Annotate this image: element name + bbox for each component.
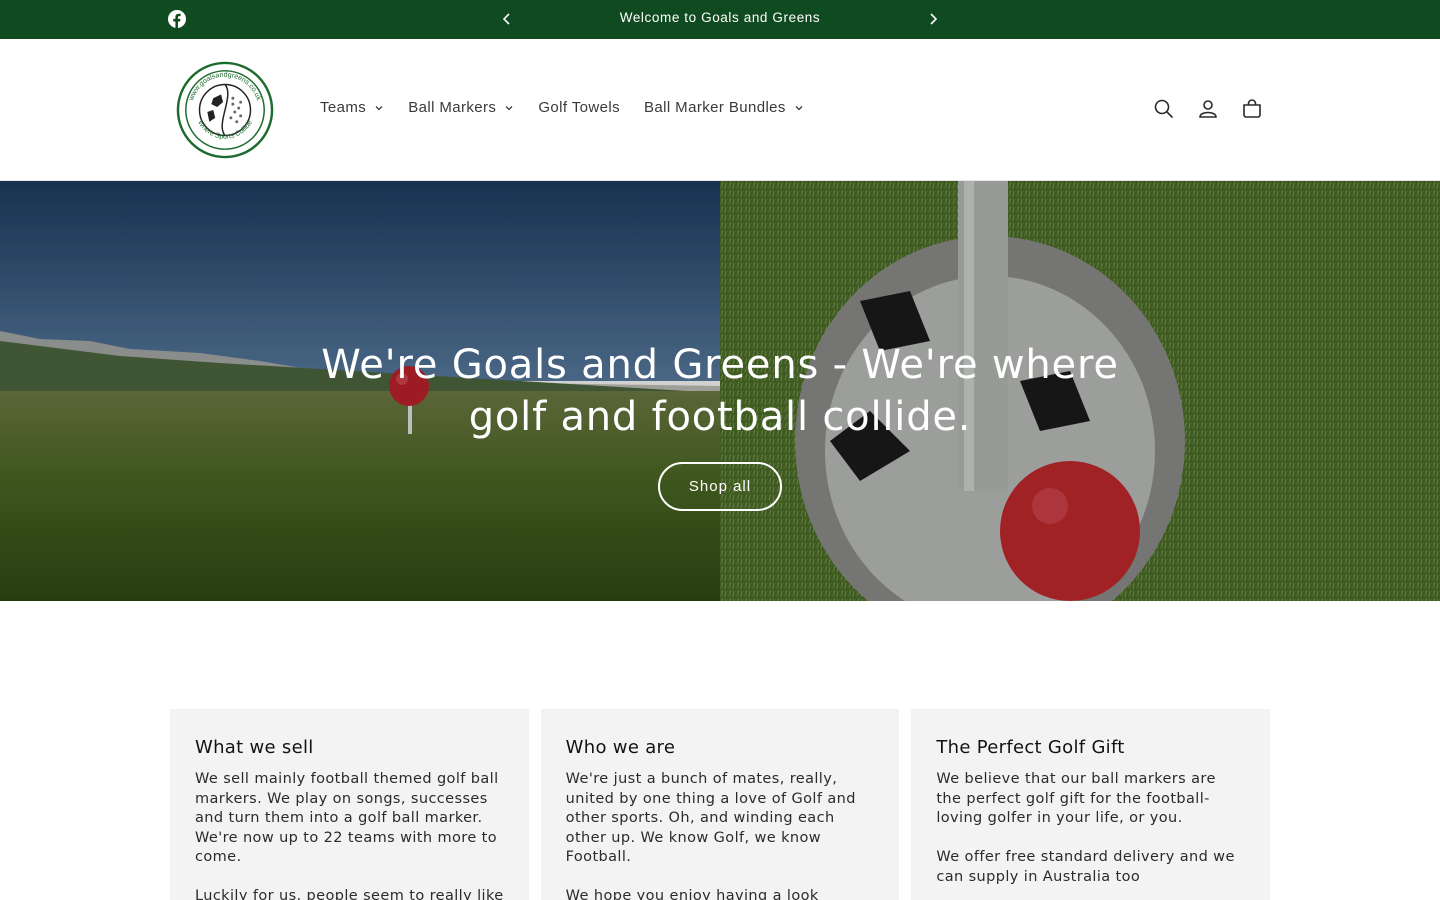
card-paragraph: Luckily for us, people seem to really li… [195,888,504,900]
announcement-message: Welcome to Goals and Greens [619,10,821,25]
search-icon[interactable] [1152,97,1176,121]
nav-item-golf-towels[interactable]: Golf Towels [538,99,620,116]
site-header: www.goalsandgreens.co.uk Where Sports Co… [0,39,1440,181]
chevron-down-icon [795,105,803,110]
nav-item-label: Teams [320,99,367,116]
nav-item-label: Ball Markers [408,99,497,116]
chevron-left-icon[interactable] [499,11,515,27]
announcement-bar: Welcome to Goals and Greens [0,0,1440,39]
shop-all-button[interactable]: Shop all [658,462,782,511]
header-icons [1152,97,1264,121]
nav-item-ball-marker-bundles[interactable]: Ball Marker Bundles [644,99,804,116]
card-title: What we sell [195,737,314,758]
nav-item-label: Ball Marker Bundles [644,99,786,116]
card-paragraph: We believe that our ball markers are the… [936,771,1216,826]
chevron-right-icon[interactable] [925,11,941,27]
account-icon[interactable] [1196,97,1220,121]
card-paragraph: We offer free standard delivery and we c… [936,849,1235,885]
card-paragraph: We sell mainly football themed golf ball… [195,771,499,865]
nav-item-teams[interactable]: Teams [320,99,384,116]
chevron-down-icon [505,105,513,110]
card-paragraph: We're just a bunch of mates, really, uni… [565,771,856,865]
card-what-we-sell: What we sell We sell mainly football the… [170,709,529,900]
facebook-icon[interactable] [168,10,186,28]
cart-icon[interactable] [1240,97,1264,121]
main-nav: Teams Ball Markers Golf Towels Ball Mark… [320,99,828,116]
hero-title: We're Goals and Greens - We're where gol… [321,342,1119,440]
hero-banner: We're Goals and Greens - We're where gol… [0,181,1440,601]
card-title: The Perfect Golf Gift [936,737,1125,758]
nav-item-label: Golf Towels [538,99,620,116]
info-cards: What we sell We sell mainly football the… [170,709,1271,900]
card-who-we-are: Who we are We're just a bunch of mates, … [540,709,900,900]
logo[interactable]: www.goalsandgreens.co.uk Where Sports Co… [176,61,274,159]
card-perfect-golf-gift: The Perfect Golf Gift We believe that ou… [911,709,1271,900]
card-paragraph: We hope you enjoy having a look through … [565,888,819,900]
nav-item-ball-markers[interactable]: Ball Markers [408,99,514,116]
card-title: Who we are [565,737,676,758]
chevron-down-icon [375,105,383,110]
